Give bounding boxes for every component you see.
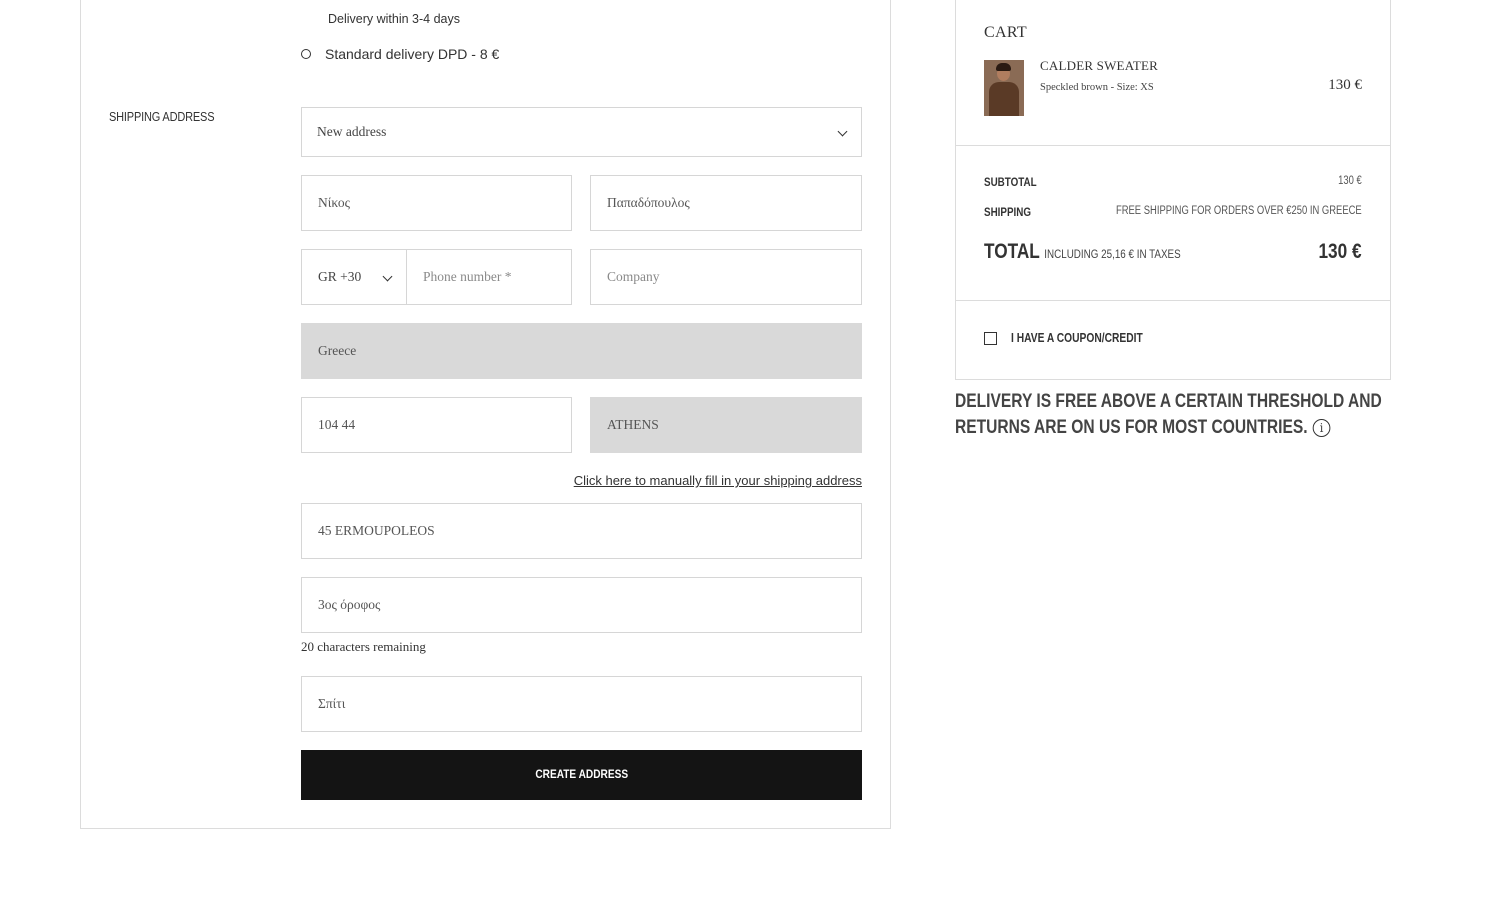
characters-remaining: 20 characters remaining <box>301 639 426 654</box>
manual-address-link[interactable]: Click here to manually fill in your ship… <box>0 473 862 488</box>
city-field <box>590 397 862 453</box>
cart-summary-panel: CART CALDER SWEATER Speckled brown - Siz… <box>955 0 1391 380</box>
address-line2-field[interactable] <box>301 577 862 633</box>
subtotal-value: 130 € <box>1338 175 1362 187</box>
thumbnail-hair <box>996 63 1011 71</box>
street-input[interactable] <box>302 504 861 558</box>
postal-code-field[interactable] <box>301 397 572 453</box>
phone-input[interactable] <box>407 250 571 304</box>
company-field[interactable] <box>590 249 862 305</box>
divider <box>956 145 1390 146</box>
coupon-checkbox[interactable] <box>984 331 997 345</box>
postal-code-input[interactable] <box>302 398 571 452</box>
last-name-input[interactable] <box>591 176 861 230</box>
divider <box>956 300 1390 301</box>
radio-button[interactable] <box>301 49 311 59</box>
create-address-button[interactable]: CREATE ADDRESS <box>301 750 862 800</box>
free-delivery-promo: DELIVERY IS FREE ABOVE A CERTAIN THRESHO… <box>955 389 1395 441</box>
first-name-field[interactable] <box>301 175 572 231</box>
total-tax-note: INCLUDING 25,16 € IN TAXES <box>1044 247 1181 261</box>
shipping-value: FREE SHIPPING FOR ORDERS OVER €250 IN GR… <box>1116 205 1362 217</box>
standard-delivery-label: Standard delivery DPD - 8 € <box>325 46 500 62</box>
product-thumbnail[interactable] <box>984 60 1024 116</box>
street-field[interactable] <box>301 503 862 559</box>
product-price: 130 € <box>1328 77 1362 93</box>
last-name-field[interactable] <box>590 175 862 231</box>
total-value: 130 € <box>1318 240 1362 263</box>
info-icon[interactable]: i <box>1312 418 1331 437</box>
subtotal-label: SUBTOTAL <box>984 175 1037 189</box>
delivery-time-note: Delivery within 3-4 days <box>328 12 460 26</box>
coupon-toggle[interactable]: I HAVE A COUPON/CREDIT <box>984 331 1172 345</box>
chevron-down-icon <box>382 271 393 282</box>
company-input[interactable] <box>591 250 861 304</box>
product-details: Speckled brown - Size: XS <box>1040 82 1154 93</box>
phone-country-select[interactable]: GR +30 <box>301 249 407 305</box>
create-address-label: CREATE ADDRESS <box>535 769 628 781</box>
country-field <box>301 323 862 379</box>
shipping-label: SHIPPING <box>984 205 1032 219</box>
cart-title: CART <box>984 24 1027 41</box>
city-input <box>591 398 861 452</box>
address-name-input[interactable] <box>302 677 861 731</box>
phone-field[interactable] <box>406 249 572 305</box>
country-input <box>302 324 861 378</box>
coupon-label: I HAVE A COUPON/CREDIT <box>1011 331 1143 345</box>
address-line2-input[interactable] <box>302 578 861 632</box>
total-label: TOTAL <box>984 240 1040 263</box>
thumbnail-sweater <box>989 82 1019 116</box>
address-select[interactable]: New address <box>301 107 862 157</box>
chevron-down-icon <box>837 126 848 137</box>
address-select-value: New address <box>317 124 387 139</box>
phone-country-value: GR +30 <box>318 269 362 284</box>
standard-delivery-option[interactable]: Standard delivery DPD - 8 € <box>301 46 499 62</box>
product-name[interactable]: CALDER SWEATER <box>1040 58 1158 74</box>
shipping-address-heading: SHIPPING ADDRESS <box>109 110 215 124</box>
address-name-field[interactable] <box>301 676 862 732</box>
total-label-group: TOTAL INCLUDING 25,16 € IN TAXES <box>984 240 1181 264</box>
first-name-input[interactable] <box>302 176 571 230</box>
